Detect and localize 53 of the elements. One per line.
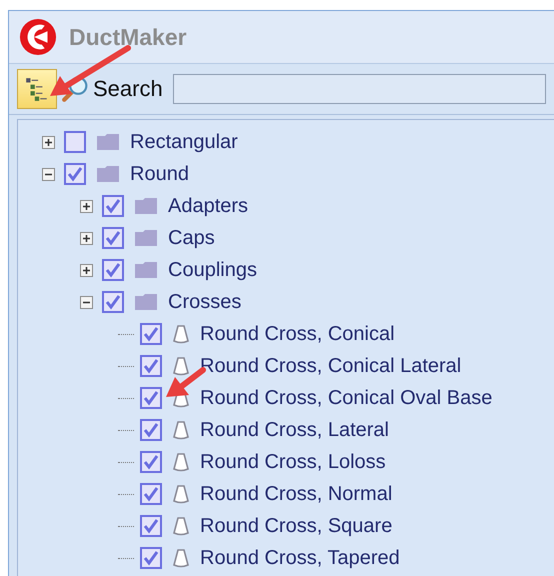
checkbox[interactable] bbox=[140, 387, 162, 409]
checkbox[interactable] bbox=[140, 515, 162, 537]
collapse-icon[interactable] bbox=[80, 296, 93, 308]
folder-icon bbox=[96, 133, 120, 151]
tree-item[interactable]: Round Cross, Tapered bbox=[200, 546, 400, 570]
checkbox[interactable] bbox=[140, 451, 162, 473]
checkbox[interactable] bbox=[102, 259, 124, 281]
tree-icon bbox=[24, 76, 50, 102]
cone-icon bbox=[172, 548, 190, 568]
tree-item[interactable]: Round Cross, Loloss bbox=[200, 450, 386, 474]
checkbox[interactable] bbox=[64, 163, 86, 185]
folder-icon bbox=[134, 229, 158, 247]
cone-icon bbox=[172, 516, 190, 536]
cone-icon bbox=[172, 356, 190, 376]
folder-icon bbox=[134, 197, 158, 215]
tree-item[interactable]: Round Cross, Normal bbox=[200, 482, 392, 506]
cone-icon bbox=[172, 484, 190, 504]
expand-icon[interactable] bbox=[42, 136, 55, 148]
search-field[interactable] bbox=[172, 74, 546, 104]
collapse-icon[interactable] bbox=[42, 168, 55, 180]
tree-item[interactable]: Round Cross, Conical bbox=[200, 322, 395, 346]
search-label: Search bbox=[93, 76, 163, 102]
expand-icon[interactable] bbox=[80, 232, 93, 244]
tree-item[interactable]: Rectangular bbox=[130, 130, 238, 154]
checkbox[interactable] bbox=[140, 547, 162, 569]
cone-icon bbox=[172, 452, 190, 472]
folder-icon bbox=[96, 165, 120, 183]
tree-item[interactable]: Caps bbox=[168, 226, 215, 250]
tree-item[interactable]: Adapters bbox=[168, 194, 248, 218]
tree-view-button[interactable] bbox=[17, 69, 57, 109]
cone-icon bbox=[172, 324, 190, 344]
folder-icon bbox=[134, 293, 158, 311]
checkbox[interactable] bbox=[102, 227, 124, 249]
tree-item[interactable]: Round bbox=[130, 162, 189, 186]
logo-icon bbox=[19, 18, 57, 56]
expand-icon[interactable] bbox=[80, 200, 93, 212]
tree-item[interactable]: Crosses bbox=[168, 290, 242, 314]
folder-icon bbox=[134, 261, 158, 279]
checkbox[interactable] bbox=[102, 291, 124, 313]
checkbox[interactable] bbox=[140, 323, 162, 345]
checkbox[interactable] bbox=[140, 483, 162, 505]
tree-item[interactable]: Round Cross, Lateral bbox=[200, 418, 389, 442]
tree-item[interactable]: Round Cross, Conical Oval Base bbox=[200, 386, 492, 410]
tree-item[interactable]: Round Cross, Conical Lateral bbox=[200, 354, 462, 378]
cone-icon bbox=[172, 420, 190, 440]
expand-icon[interactable] bbox=[80, 264, 93, 276]
checkbox[interactable] bbox=[102, 195, 124, 217]
checkbox[interactable] bbox=[140, 419, 162, 441]
checkbox[interactable] bbox=[140, 355, 162, 377]
tree-item[interactable]: Round Cross, Square bbox=[200, 514, 392, 538]
window-title: DuctMaker bbox=[69, 24, 187, 50]
checkbox[interactable] bbox=[64, 131, 86, 153]
tree-item[interactable]: Couplings bbox=[168, 258, 257, 282]
